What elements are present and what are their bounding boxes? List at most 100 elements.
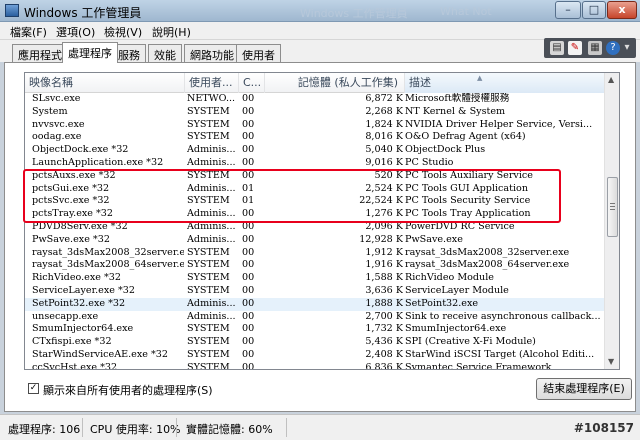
table-row[interactable]: LaunchApplication.exe *32 Adminis... 00 9,0… bbox=[25, 157, 605, 170]
scroll-up-icon[interactable]: ▲ bbox=[608, 75, 614, 84]
process-cpu: 00 bbox=[242, 284, 255, 296]
process-description: PC Studio bbox=[405, 156, 454, 168]
process-memory: 1,732 K bbox=[365, 323, 403, 335]
process-name: nvvsvc.exe bbox=[32, 118, 85, 130]
table-row[interactable]: raysat_3dsMax2008_32server.exe *32SYSTEM… bbox=[25, 247, 605, 260]
end-process-button[interactable]: 結束處理程序(E) bbox=[536, 378, 632, 400]
process-memory: 6,836 K bbox=[365, 361, 403, 370]
table-row[interactable]: PwSave.exe *32 Adminis... 00 12,928 K PwSave… bbox=[25, 234, 605, 247]
table-row[interactable]: System SYSTEM 00 2,268 K NT Kernel & System bbox=[25, 106, 605, 119]
table-row[interactable]: SetPoint32.exe *32 Adminis... 00 1,888 K Set… bbox=[25, 297, 605, 311]
show-all-users-checkbox[interactable]: ✓ bbox=[28, 383, 39, 394]
process-user: SYSTEM bbox=[187, 272, 230, 284]
task-manager-icon bbox=[5, 4, 19, 17]
process-description: SPI (Creative X-Fi Module) bbox=[405, 336, 536, 348]
process-memory: 1,888 K bbox=[365, 297, 403, 309]
scrollbar-thumb[interactable] bbox=[607, 177, 618, 237]
process-description: Symantec Service Framework bbox=[405, 361, 552, 370]
column-header: 映像名稱 使用者... C... 記憶體 (私人工作集) 描述 ▲ bbox=[25, 73, 605, 93]
process-cpu: 00 bbox=[242, 156, 255, 168]
tab-networking[interactable]: 網路功能 bbox=[184, 44, 240, 62]
process-memory: 12,928 K bbox=[359, 233, 403, 245]
maximize-button[interactable]: □ bbox=[582, 1, 606, 19]
column-header-description[interactable]: 描述 bbox=[405, 73, 605, 93]
process-name: PwSave.exe *32 bbox=[32, 233, 110, 245]
process-description: SmumInjector64.exe bbox=[405, 323, 507, 335]
tab-users[interactable]: 使用者 bbox=[236, 44, 281, 62]
process-name: ccSvcHst.exe *32 bbox=[32, 361, 118, 370]
title-bar[interactable]: Windows 工作管理員 Windows 工作管理員 What Not – □… bbox=[0, 0, 640, 22]
tools-icon[interactable]: ✎ bbox=[568, 41, 582, 55]
process-memory: 9,016 K bbox=[365, 156, 403, 168]
close-button[interactable]: x bbox=[607, 1, 637, 19]
table-row[interactable]: ServiceLayer.exe *32 SYSTEM 00 3,636 K Servi… bbox=[25, 285, 605, 298]
table-row[interactable]: StarWindServiceAE.exe *32 SYSTEM 00 2,408 K… bbox=[25, 349, 605, 362]
menu-file[interactable]: 檔案(F) bbox=[10, 24, 47, 40]
process-user: SYSTEM bbox=[187, 284, 230, 296]
tab-applications[interactable]: 應用程式 bbox=[12, 44, 68, 62]
process-user: SYSTEM bbox=[187, 336, 230, 348]
table-row[interactable]: CTxfispi.exe *32 SYSTEM 00 5,436 K SPI (Crea… bbox=[25, 336, 605, 349]
table-row[interactable]: SLsvc.exe NETWO... 00 6,872 K Microsoft軟體授權服… bbox=[25, 93, 605, 106]
column-header-memory[interactable]: 記憶體 (私人工作集) bbox=[265, 73, 405, 93]
process-cpu: 00 bbox=[242, 118, 255, 130]
process-user: Adminis... bbox=[187, 310, 236, 322]
table-row[interactable]: unsecapp.exe Adminis... 00 2,700 K Sink to r… bbox=[25, 311, 605, 324]
process-cpu: 00 bbox=[242, 144, 255, 156]
tab-processes[interactable]: 處理程序 bbox=[62, 42, 118, 63]
table-row[interactable]: raysat_3dsMax2008_64server.exe *32SYSTEM… bbox=[25, 259, 605, 272]
process-memory: 1,588 K bbox=[365, 272, 403, 284]
process-name: System bbox=[32, 105, 68, 117]
table-row[interactable]: RichVideo.exe *32 SYSTEM 00 1,588 K RichVide… bbox=[25, 272, 605, 285]
process-description: raysat_3dsMax2008_64server.exe bbox=[405, 259, 570, 271]
status-process-count: 處理程序: 106 bbox=[8, 423, 81, 436]
column-header-image-name[interactable]: 映像名稱 bbox=[25, 73, 185, 93]
process-description: raysat_3dsMax2008_32server.exe bbox=[405, 246, 570, 258]
watermark-text: #108157 bbox=[573, 421, 634, 435]
help-icon[interactable]: ? bbox=[606, 41, 620, 55]
process-memory: 2,408 K bbox=[365, 348, 403, 360]
menu-help[interactable]: 說明(H) bbox=[152, 24, 191, 40]
process-cpu: 00 bbox=[242, 272, 255, 284]
window-title: Windows 工作管理員 bbox=[24, 6, 142, 20]
process-memory: 2,268 K bbox=[365, 105, 403, 117]
process-name: CTxfispi.exe *32 bbox=[32, 336, 112, 348]
process-user: Adminis... bbox=[187, 233, 236, 245]
chevron-down-icon[interactable]: ▾ bbox=[622, 41, 632, 55]
process-name: ObjectDock.exe *32 bbox=[32, 144, 129, 156]
process-description: RichVideo Module bbox=[405, 272, 494, 284]
printer-icon[interactable]: ▦ bbox=[588, 41, 602, 55]
process-user: SYSTEM bbox=[187, 348, 230, 360]
column-header-user[interactable]: 使用者... bbox=[185, 73, 239, 93]
column-header-cpu[interactable]: C... bbox=[239, 73, 265, 93]
process-rows: SLsvc.exe NETWO... 00 6,872 K Microsoft軟體授權服… bbox=[25, 93, 605, 370]
process-memory: 6,872 K bbox=[365, 93, 403, 104]
show-all-users-label[interactable]: 顯示來自所有使用者的處理程序(S) bbox=[43, 382, 213, 398]
scroll-down-icon[interactable]: ▼ bbox=[608, 357, 614, 366]
process-memory: 5,436 K bbox=[365, 336, 403, 348]
gadget-toolbar: ▤ ✎ ▦ ? ▾ bbox=[544, 38, 636, 58]
table-row[interactable]: ccSvcHst.exe *32 SYSTEM 00 6,836 K Symantec … bbox=[25, 361, 605, 370]
process-name: StarWindServiceAE.exe *32 bbox=[32, 348, 168, 360]
document-icon[interactable]: ▤ bbox=[550, 41, 564, 55]
process-cpu: 00 bbox=[242, 297, 255, 309]
table-row[interactable]: SmumInjector64.exe SYSTEM 00 1,732 K SmumInj… bbox=[25, 323, 605, 336]
process-description: ServiceLayer Module bbox=[405, 284, 509, 296]
table-row[interactable]: nvvsvc.exe SYSTEM 00 1,824 K NVIDIA Driver H… bbox=[25, 119, 605, 132]
tab-performance[interactable]: 效能 bbox=[148, 44, 182, 62]
table-row[interactable]: ObjectDock.exe *32 Adminis... 00 5,040 K Obj… bbox=[25, 144, 605, 157]
menu-options[interactable]: 選項(O) bbox=[56, 24, 95, 40]
process-description: StarWind iSCSI Target (Alcohol Editi... bbox=[405, 348, 595, 360]
process-description: ObjectDock Plus bbox=[405, 144, 486, 156]
table-row[interactable]: oodag.exe SYSTEM 00 8,016 K O&O Defrag Agent… bbox=[25, 131, 605, 144]
minimize-button[interactable]: – bbox=[555, 1, 581, 19]
process-name: oodag.exe bbox=[32, 131, 82, 143]
process-description: PwSave.exe bbox=[405, 233, 463, 245]
vertical-scrollbar[interactable]: ▲ ▼ bbox=[604, 73, 619, 369]
menu-view[interactable]: 檢視(V) bbox=[104, 24, 142, 40]
background-window-title: Windows 工作管理員 bbox=[300, 7, 408, 20]
process-memory: 1,912 K bbox=[365, 246, 403, 258]
process-description: SetPoint32.exe bbox=[405, 297, 479, 309]
process-memory: 1,824 K bbox=[365, 118, 403, 130]
process-name: SLsvc.exe bbox=[32, 93, 81, 104]
